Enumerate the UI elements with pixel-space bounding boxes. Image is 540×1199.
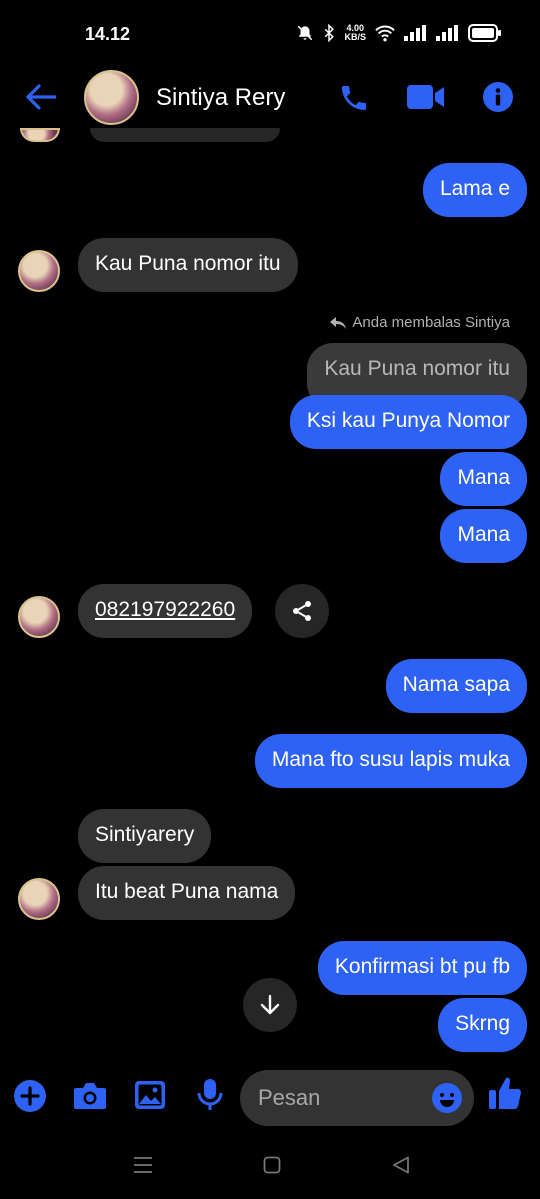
message-input[interactable]: Pesan [240, 1070, 474, 1126]
video-call-icon[interactable] [407, 84, 445, 110]
partial-avatar [20, 128, 60, 142]
network-speed: 4.00 KB/S [344, 23, 366, 42]
back-nav-icon[interactable] [392, 1156, 410, 1174]
bluetooth-icon [325, 24, 335, 42]
message-outgoing[interactable]: Konfirmasi bt pu fb [317, 941, 527, 995]
message-incoming[interactable]: Itu beat Puna nama [78, 866, 296, 920]
status-icons: 4.00 KB/S [296, 24, 502, 42]
scroll-down-button[interactable] [243, 978, 297, 1032]
plus-icon[interactable] [14, 1080, 46, 1112]
sender-avatar[interactable] [18, 250, 60, 292]
reply-note: Anda membalas Sintiya [330, 314, 510, 331]
phone-number-link[interactable]: 082197922260 [78, 584, 253, 638]
share-button[interactable] [275, 584, 329, 638]
message-incoming[interactable]: Kau Puna nomor itu [78, 238, 298, 292]
mute-bell-icon [298, 25, 313, 41]
microphone-icon[interactable] [196, 1078, 224, 1112]
message-incoming[interactable]: Sintiyarery [78, 809, 212, 863]
sender-avatar[interactable] [18, 878, 60, 920]
contact-avatar[interactable] [84, 70, 139, 125]
emoji-icon[interactable] [432, 1083, 462, 1113]
wifi-icon [375, 25, 395, 42]
info-icon[interactable] [483, 82, 513, 112]
phone-call-icon[interactable] [338, 82, 370, 114]
message-outgoing[interactable]: Mana fto susu lapis muka [254, 734, 527, 788]
battery-icon [468, 24, 501, 42]
reply-arrow-icon [330, 316, 347, 329]
message-outgoing[interactable]: Ksi kau Punya Nomor [289, 395, 527, 449]
gallery-icon[interactable] [134, 1080, 166, 1110]
message-outgoing[interactable]: Mana [440, 509, 527, 563]
status-time: 14.12 [85, 24, 131, 44]
home-icon[interactable] [263, 1156, 281, 1174]
share-icon [293, 601, 311, 621]
message-input-placeholder: Pesan [258, 1085, 321, 1110]
camera-icon[interactable] [73, 1082, 107, 1110]
message-outgoing[interactable]: Skrng [438, 998, 527, 1052]
back-arrow-icon[interactable] [26, 84, 56, 110]
arrow-down-icon [260, 994, 280, 1015]
contact-name[interactable]: Sintiya Rery [156, 84, 285, 112]
signal-icon [404, 25, 426, 41]
message-outgoing[interactable]: Nama sapa [385, 659, 527, 713]
message-outgoing[interactable]: Lama e [422, 163, 527, 217]
thumbs-up-icon[interactable] [488, 1076, 522, 1110]
partial-bubble [90, 128, 280, 142]
sender-avatar[interactable] [18, 596, 60, 638]
signal-icon-2 [436, 25, 458, 41]
recent-apps-icon[interactable] [133, 1156, 153, 1174]
message-outgoing[interactable]: Mana [440, 452, 527, 506]
